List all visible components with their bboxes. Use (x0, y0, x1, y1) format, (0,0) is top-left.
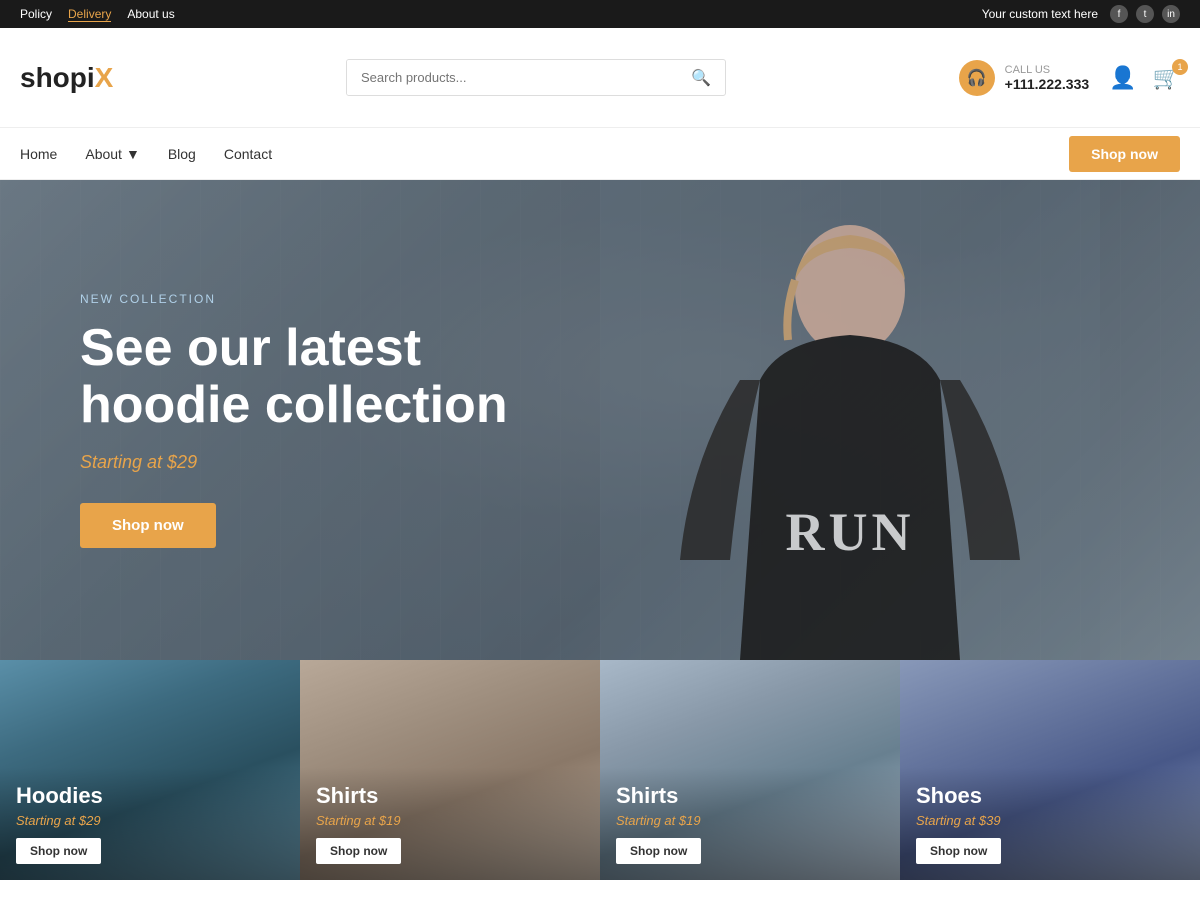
nav-links: Home About ▼ Blog Contact (20, 146, 272, 162)
topbar-link-delivery[interactable]: Delivery (68, 7, 111, 22)
product-name: Shirts (316, 783, 584, 809)
product-shop-now-button[interactable]: Shop now (316, 838, 401, 864)
top-bar-links: Policy Delivery About us (20, 7, 175, 22)
product-shop-now-button[interactable]: Shop now (916, 838, 1001, 864)
search-input[interactable] (347, 60, 677, 95)
product-shop-now-button[interactable]: Shop now (616, 838, 701, 864)
product-name: Shirts (616, 783, 884, 809)
call-label: CALL US (1005, 64, 1090, 76)
hero-person-image: RUN (600, 180, 1100, 660)
cart-badge: 1 (1172, 59, 1188, 75)
product-price: Starting at $19 (616, 813, 884, 828)
nav-item-blog[interactable]: Blog (168, 146, 196, 162)
product-name: Hoodies (16, 783, 284, 809)
product-shop-now-button[interactable]: Shop now (16, 838, 101, 864)
account-icon[interactable]: 👤 (1109, 65, 1136, 91)
call-us: 🎧 CALL US +111.222.333 (959, 60, 1090, 96)
cart-icon[interactable]: 🛒 1 (1153, 65, 1180, 91)
logo[interactable]: shopiX (20, 62, 113, 94)
hero-title: See our latesthoodie collection (80, 320, 508, 434)
product-price: Starting at $19 (316, 813, 584, 828)
nav-item-home[interactable]: Home (20, 146, 57, 162)
chevron-down-icon: ▼ (126, 146, 140, 162)
logo-x: X (95, 62, 114, 94)
search-icon: 🔍 (691, 70, 711, 87)
hero-tag: NEW COLLECTION (80, 292, 508, 306)
nav-item-about[interactable]: About ▼ (85, 146, 139, 162)
search-button[interactable]: 🔍 (677, 60, 725, 95)
hero-price: Starting at $29 (80, 452, 508, 473)
main-nav: Home About ▼ Blog Contact Shop now (0, 128, 1200, 180)
instagram-icon[interactable]: in (1162, 5, 1180, 23)
topbar-custom-text: Your custom text here (982, 7, 1098, 21)
topbar-link-policy[interactable]: Policy (20, 7, 52, 22)
products-grid: Hoodies Starting at $29 Shop now Shirts … (0, 660, 1200, 880)
hero-shop-now-button[interactable]: Shop now (80, 503, 216, 548)
svg-text:RUN: RUN (786, 502, 915, 562)
header: shopiX 🔍 🎧 CALL US +111.222.333 👤 🛒 1 (0, 28, 1200, 128)
product-card-0[interactable]: Hoodies Starting at $29 Shop now (0, 660, 300, 880)
product-price: Starting at $29 (16, 813, 284, 828)
topbar-link-about[interactable]: About us (127, 7, 174, 22)
product-overlay: Hoodies Starting at $29 Shop now (0, 767, 300, 880)
call-info: CALL US +111.222.333 (1005, 64, 1090, 92)
product-card-2[interactable]: Shirts Starting at $19 Shop now (600, 660, 900, 880)
product-card-1[interactable]: Shirts Starting at $19 Shop now (300, 660, 600, 880)
nav-shop-now-button[interactable]: Shop now (1069, 136, 1180, 172)
product-card-3[interactable]: Shoes Starting at $39 Shop now (900, 660, 1200, 880)
nav-item-contact[interactable]: Contact (224, 146, 272, 162)
call-number: +111.222.333 (1005, 76, 1090, 92)
facebook-icon[interactable]: f (1110, 5, 1128, 23)
header-icons: 👤 🛒 1 (1109, 65, 1180, 91)
top-bar: Policy Delivery About us Your custom tex… (0, 0, 1200, 28)
social-icons: f t in (1110, 5, 1180, 23)
hero-section: RUN NEW COLLECTION See our latesthoodie … (0, 180, 1200, 660)
header-right: 🎧 CALL US +111.222.333 👤 🛒 1 (959, 60, 1180, 96)
product-overlay: Shirts Starting at $19 Shop now (300, 767, 600, 880)
logo-text: shopi (20, 62, 95, 94)
product-name: Shoes (916, 783, 1184, 809)
twitter-icon[interactable]: t (1136, 5, 1154, 23)
product-overlay: Shoes Starting at $39 Shop now (900, 767, 1200, 880)
search-bar: 🔍 (346, 59, 726, 96)
product-overlay: Shirts Starting at $19 Shop now (600, 767, 900, 880)
product-price: Starting at $39 (916, 813, 1184, 828)
headphone-icon: 🎧 (959, 60, 995, 96)
top-bar-right: Your custom text here f t in (982, 5, 1180, 23)
hero-content: NEW COLLECTION See our latesthoodie coll… (0, 292, 588, 548)
